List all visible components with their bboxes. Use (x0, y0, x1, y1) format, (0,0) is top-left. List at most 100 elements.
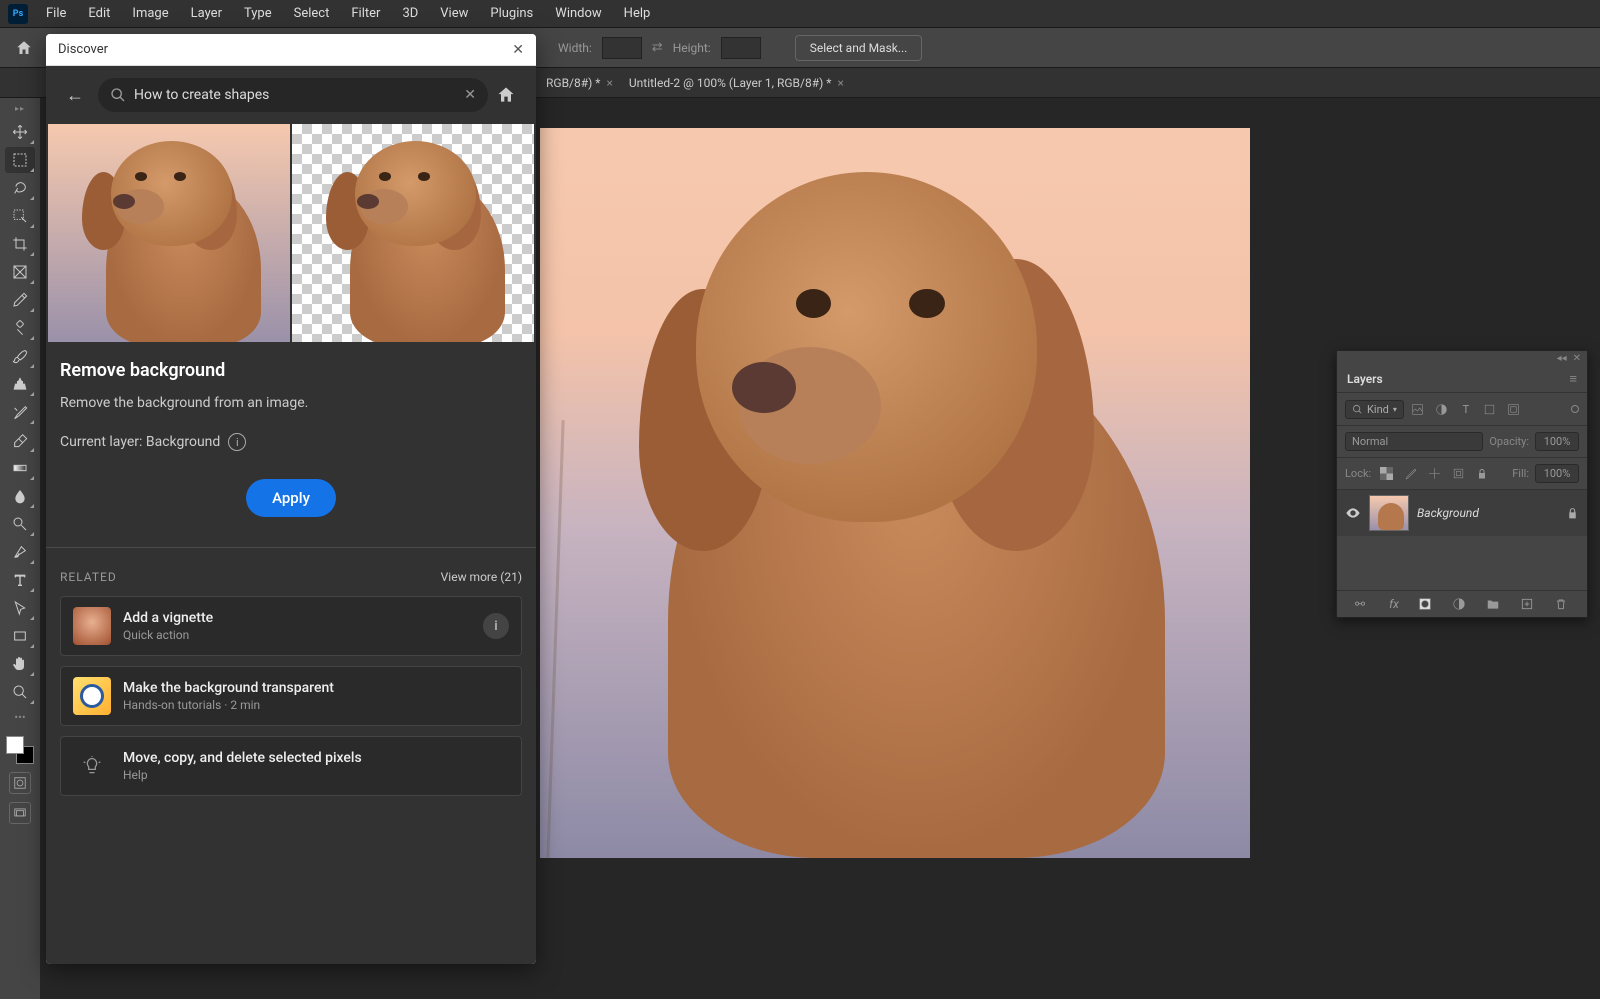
panel-menu-icon[interactable]: ≡ (1569, 371, 1577, 387)
menu-layer[interactable]: Layer (181, 2, 232, 25)
lock-all-icon[interactable] (1473, 465, 1491, 483)
toolbar-grip[interactable]: ▸▸ (15, 104, 25, 113)
filter-toggle[interactable] (1571, 405, 1579, 413)
color-swatches[interactable] (6, 736, 34, 764)
search-box[interactable]: ✕ (98, 78, 488, 112)
menu-edit[interactable]: Edit (78, 2, 120, 25)
adjustment-layer-icon[interactable] (1452, 597, 1472, 611)
height-label: Height: (673, 41, 711, 55)
collapse-icon[interactable]: ◂◂ (1557, 353, 1567, 364)
lock-icon[interactable] (1566, 507, 1579, 520)
lock-image-icon[interactable] (1401, 465, 1419, 483)
type-tool[interactable] (5, 567, 35, 593)
menu-help[interactable]: Help (614, 2, 661, 25)
visibility-toggle-icon[interactable] (1345, 505, 1361, 521)
quick-selection-tool[interactable] (5, 203, 35, 229)
quick-mask-toggle[interactable] (9, 772, 31, 794)
related-item-title: Make the background transparent (123, 680, 509, 696)
related-item[interactable]: Move, copy, and delete selected pixels H… (60, 736, 522, 796)
width-input[interactable] (602, 37, 642, 59)
related-item[interactable]: Add a vignette Quick action i (60, 596, 522, 656)
menu-image[interactable]: Image (122, 2, 178, 25)
lasso-tool[interactable] (5, 175, 35, 201)
canvas-image (540, 128, 1250, 858)
select-and-mask-button[interactable]: Select and Mask... (795, 35, 923, 61)
menu-type[interactable]: Type (234, 2, 282, 25)
document-tab[interactable]: Untitled-2 @ 100% (Layer 1, RGB/8#) * × (623, 72, 850, 94)
apply-button[interactable]: Apply (246, 479, 336, 517)
filter-pixel-icon[interactable] (1408, 399, 1428, 419)
menu-3d[interactable]: 3D (392, 2, 428, 25)
action-title: Remove background (60, 360, 522, 381)
clear-search-icon[interactable]: ✕ (464, 87, 476, 103)
menu-plugins[interactable]: Plugins (480, 2, 543, 25)
new-layer-icon[interactable] (1520, 597, 1540, 611)
filter-kind-dropdown[interactable]: Kind ▾ (1345, 400, 1404, 419)
home-button[interactable] (10, 34, 38, 62)
filter-adjustment-icon[interactable] (1432, 399, 1452, 419)
crop-tool[interactable] (5, 231, 35, 257)
menu-window[interactable]: Window (545, 2, 611, 25)
blur-tool[interactable] (5, 483, 35, 509)
group-icon[interactable] (1486, 597, 1506, 611)
layer-mask-icon[interactable] (1418, 597, 1438, 611)
related-item[interactable]: Make the background transparent Hands-on… (60, 666, 522, 726)
info-icon[interactable]: i (483, 613, 509, 639)
swap-dimensions-icon[interactable]: ⇄ (652, 40, 663, 55)
move-tool[interactable] (5, 119, 35, 145)
gradient-tool[interactable] (5, 455, 35, 481)
pen-tool[interactable] (5, 539, 35, 565)
menu-file[interactable]: File (36, 2, 76, 25)
close-tab-icon[interactable]: × (606, 76, 612, 90)
hand-tool[interactable] (5, 651, 35, 677)
preview-before (48, 124, 290, 342)
close-icon[interactable]: ✕ (512, 42, 524, 58)
zoom-tool[interactable] (5, 679, 35, 705)
delete-layer-icon[interactable] (1554, 597, 1574, 611)
frame-tool[interactable] (5, 259, 35, 285)
filter-shape-icon[interactable] (1480, 399, 1500, 419)
filter-smart-icon[interactable] (1504, 399, 1524, 419)
layer-style-icon[interactable]: fx (1384, 597, 1404, 611)
healing-brush-tool[interactable] (5, 315, 35, 341)
layer-name[interactable]: Background (1417, 506, 1558, 520)
opacity-input[interactable]: 100% (1535, 432, 1579, 451)
document-tab[interactable]: RGB/8#) * × (540, 72, 619, 94)
height-input[interactable] (721, 37, 761, 59)
layers-tab[interactable]: Layers (1347, 372, 1383, 386)
dodge-tool[interactable] (5, 511, 35, 537)
view-more-link[interactable]: View more (21) (441, 570, 522, 584)
link-layers-icon[interactable]: ⚯ (1350, 597, 1370, 611)
search-input[interactable] (134, 87, 456, 103)
filter-type-icon[interactable]: T (1456, 399, 1476, 419)
blend-mode-dropdown[interactable]: Normal (1345, 432, 1483, 451)
menu-select[interactable]: Select (284, 2, 340, 25)
document-canvas[interactable] (540, 128, 1250, 858)
eraser-tool[interactable] (5, 427, 35, 453)
menu-view[interactable]: View (430, 2, 478, 25)
lock-artboard-icon[interactable] (1449, 465, 1467, 483)
menu-filter[interactable]: Filter (341, 2, 390, 25)
rectangle-tool[interactable] (5, 623, 35, 649)
close-tab-icon[interactable]: × (837, 76, 843, 90)
fill-input[interactable]: 100% (1535, 464, 1579, 483)
info-icon[interactable]: i (228, 433, 246, 451)
path-selection-tool[interactable] (5, 595, 35, 621)
discover-panel: Discover ✕ ← ✕ (46, 34, 536, 964)
layer-row[interactable]: Background (1337, 490, 1587, 536)
lock-transparency-icon[interactable] (1377, 465, 1395, 483)
current-layer-label: Current layer: Background (60, 434, 220, 450)
layer-thumbnail (1369, 495, 1409, 531)
screen-mode-toggle[interactable] (9, 802, 31, 824)
back-arrow-icon[interactable]: ← (60, 81, 90, 110)
marquee-tool[interactable] (5, 147, 35, 173)
close-panel-icon[interactable]: ✕ (1573, 353, 1581, 364)
brush-tool[interactable] (5, 343, 35, 369)
edit-toolbar-icon[interactable]: ••• (14, 711, 25, 724)
eyedropper-tool[interactable] (5, 287, 35, 313)
history-brush-tool[interactable] (5, 399, 35, 425)
lock-position-icon[interactable] (1425, 465, 1443, 483)
clone-stamp-tool[interactable] (5, 371, 35, 397)
discover-home-icon[interactable] (496, 85, 522, 105)
related-item-subtitle: Quick action (123, 628, 471, 642)
